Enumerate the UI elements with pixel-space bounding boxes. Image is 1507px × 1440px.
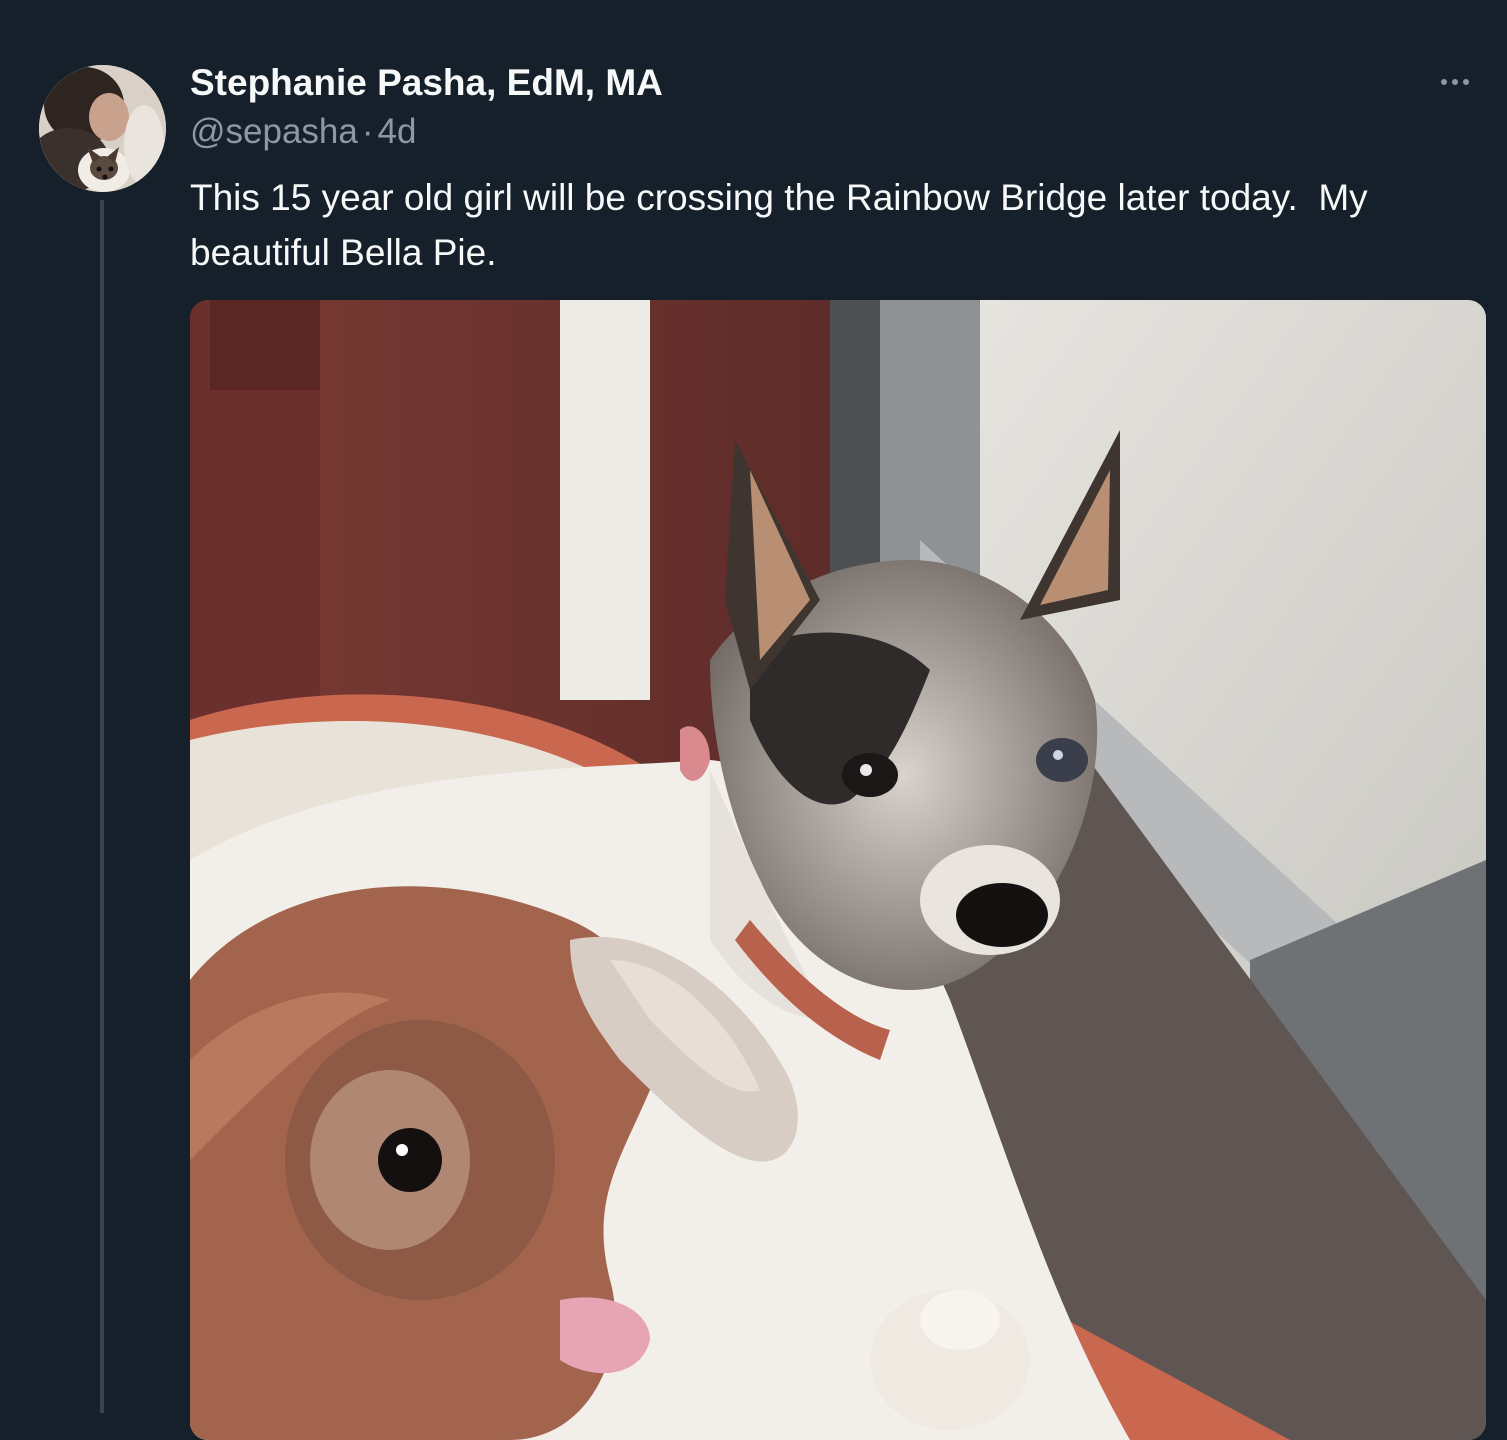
tweet[interactable]: Stephanie Pasha, EdM, MA @sepasha · 4d Thi… xyxy=(0,0,1507,1440)
dog-photo xyxy=(190,300,1486,1440)
meta-separator: · xyxy=(361,112,374,151)
tweet-text: This 15 year old girl will be crossing t… xyxy=(190,177,1378,273)
tweet-timestamp[interactable]: 4d xyxy=(378,112,417,151)
author-avatar[interactable] xyxy=(39,65,166,192)
tweet-meta: @sepasha · 4d xyxy=(190,110,416,154)
tweet-photo[interactable] xyxy=(190,300,1486,1440)
author-handle[interactable]: @sepasha xyxy=(190,112,358,151)
author-name[interactable]: Stephanie Pasha, EdM, MA xyxy=(190,60,663,106)
more-horizontal-icon xyxy=(1441,79,1469,85)
thread-line xyxy=(100,200,104,1413)
more-options-button[interactable] xyxy=(1433,62,1477,102)
avatar-photo xyxy=(39,65,166,192)
